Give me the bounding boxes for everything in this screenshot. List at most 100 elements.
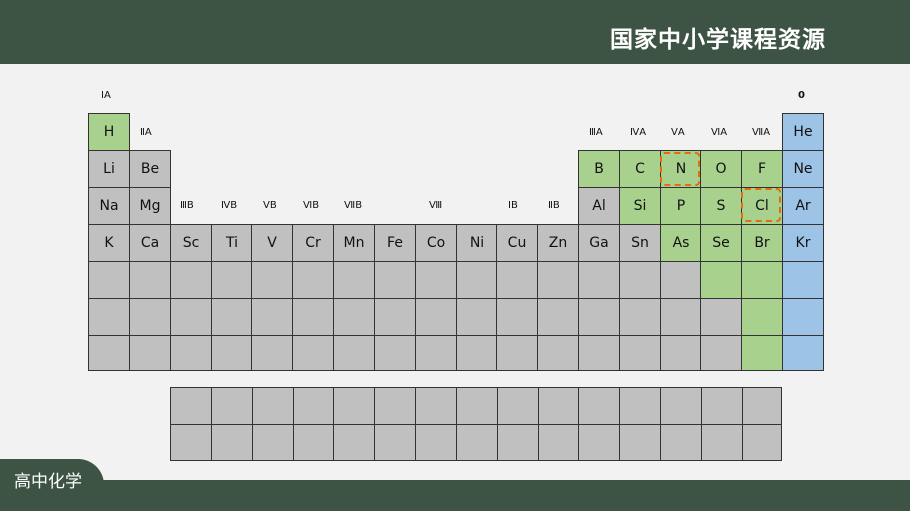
empty-cell xyxy=(537,261,579,299)
empty-cell xyxy=(537,298,579,336)
empty-cell xyxy=(741,261,783,299)
element-Ti[interactable]: Ti xyxy=(211,224,253,262)
empty-cell xyxy=(660,335,702,371)
element-Fe[interactable]: Fe xyxy=(374,224,416,262)
empty-cell xyxy=(537,335,579,371)
empty-cell xyxy=(415,387,457,425)
element-Ne[interactable]: Ne xyxy=(782,150,824,188)
element-Cu[interactable]: Cu xyxy=(496,224,538,262)
element-Cr[interactable]: Cr xyxy=(292,224,334,262)
element-Al[interactable]: Al xyxy=(578,187,620,225)
element-Ge[interactable]: Sn xyxy=(619,224,661,262)
empty-cell xyxy=(333,387,375,425)
element-K[interactable]: K xyxy=(88,224,130,262)
empty-cell xyxy=(415,261,457,299)
element-Mg[interactable]: Mg xyxy=(129,187,171,225)
element-V[interactable]: V xyxy=(251,224,293,262)
empty-cell xyxy=(129,261,171,299)
empty-cell xyxy=(619,298,661,336)
element-H[interactable]: H xyxy=(88,113,130,151)
empty-cell xyxy=(88,298,130,336)
empty-cell xyxy=(741,335,783,371)
empty-cell xyxy=(374,298,416,336)
empty-cell xyxy=(211,424,253,461)
empty-cell xyxy=(700,335,742,371)
empty-cell xyxy=(129,298,171,336)
subject-label: 高中化学 xyxy=(14,472,82,492)
empty-cell xyxy=(170,298,212,336)
empty-cell xyxy=(293,424,335,461)
element-Br[interactable]: Br xyxy=(741,224,783,262)
element-Ga[interactable]: Ga xyxy=(578,224,620,262)
highlight-chlorine xyxy=(741,188,781,222)
empty-cell xyxy=(496,261,538,299)
empty-cell xyxy=(578,387,620,425)
element-Ca[interactable]: Ca xyxy=(129,224,171,262)
periodic-table: H He Li Be B C N O F Ne Na Mg Al Si P S … xyxy=(88,113,824,371)
empty-cell xyxy=(456,424,498,461)
empty-cell xyxy=(170,261,212,299)
empty-cell xyxy=(496,298,538,336)
empty-cell xyxy=(497,424,539,461)
element-F[interactable]: F xyxy=(741,150,783,188)
empty-cell xyxy=(497,387,539,425)
element-C[interactable]: C xyxy=(619,150,661,188)
empty-cell xyxy=(538,424,580,461)
empty-cell xyxy=(782,298,824,336)
empty-cell xyxy=(211,335,253,371)
element-Zn[interactable]: Zn xyxy=(537,224,579,262)
empty-cell xyxy=(701,387,743,425)
empty-cell xyxy=(456,335,498,371)
empty-cell xyxy=(170,424,212,461)
empty-cell xyxy=(333,335,375,371)
group-label-zero: 0 xyxy=(798,90,805,101)
empty-cell xyxy=(333,424,375,461)
empty-cell xyxy=(415,424,457,461)
empty-cell xyxy=(701,424,743,461)
element-O[interactable]: O xyxy=(700,150,742,188)
empty-cell xyxy=(170,387,212,425)
footer-bar xyxy=(0,480,910,511)
element-Ar[interactable]: Ar xyxy=(782,187,824,225)
site-title: 国家中小学课程资源 xyxy=(610,27,826,53)
element-Kr[interactable]: Kr xyxy=(782,224,824,262)
empty-cell xyxy=(293,387,335,425)
empty-cell xyxy=(538,387,580,425)
empty-cell xyxy=(211,387,253,425)
empty-cell xyxy=(660,424,702,461)
empty-cell xyxy=(700,261,742,299)
element-Si[interactable]: Si xyxy=(619,187,661,225)
empty-cell xyxy=(619,335,661,371)
element-As[interactable]: As xyxy=(660,224,702,262)
empty-cell xyxy=(578,424,620,461)
empty-cell xyxy=(742,387,782,425)
element-Mn[interactable]: Mn xyxy=(333,224,375,262)
element-Sc[interactable]: Sc xyxy=(170,224,212,262)
empty-cell xyxy=(742,424,782,461)
element-Se[interactable]: Se xyxy=(700,224,742,262)
element-Na[interactable]: Na xyxy=(88,187,130,225)
empty-cell xyxy=(251,335,293,371)
empty-cell xyxy=(374,261,416,299)
element-He[interactable]: He xyxy=(782,113,824,151)
empty-cell xyxy=(660,298,702,336)
empty-cell xyxy=(333,298,375,336)
empty-cell xyxy=(129,335,171,371)
empty-cell xyxy=(660,261,702,299)
element-Ni[interactable]: Ni xyxy=(456,224,498,262)
empty-cell xyxy=(496,335,538,371)
element-Be[interactable]: Be xyxy=(129,150,171,188)
element-Co[interactable]: Co xyxy=(415,224,457,262)
element-B[interactable]: B xyxy=(578,150,620,188)
empty-cell xyxy=(415,335,457,371)
empty-cell xyxy=(456,298,498,336)
empty-cell xyxy=(700,298,742,336)
empty-cell xyxy=(374,335,416,371)
empty-cell xyxy=(252,387,294,425)
element-P[interactable]: P xyxy=(660,187,702,225)
element-Li[interactable]: Li xyxy=(88,150,130,188)
empty-cell xyxy=(292,335,334,371)
empty-cell xyxy=(292,261,334,299)
element-S[interactable]: S xyxy=(700,187,742,225)
empty-cell xyxy=(456,261,498,299)
